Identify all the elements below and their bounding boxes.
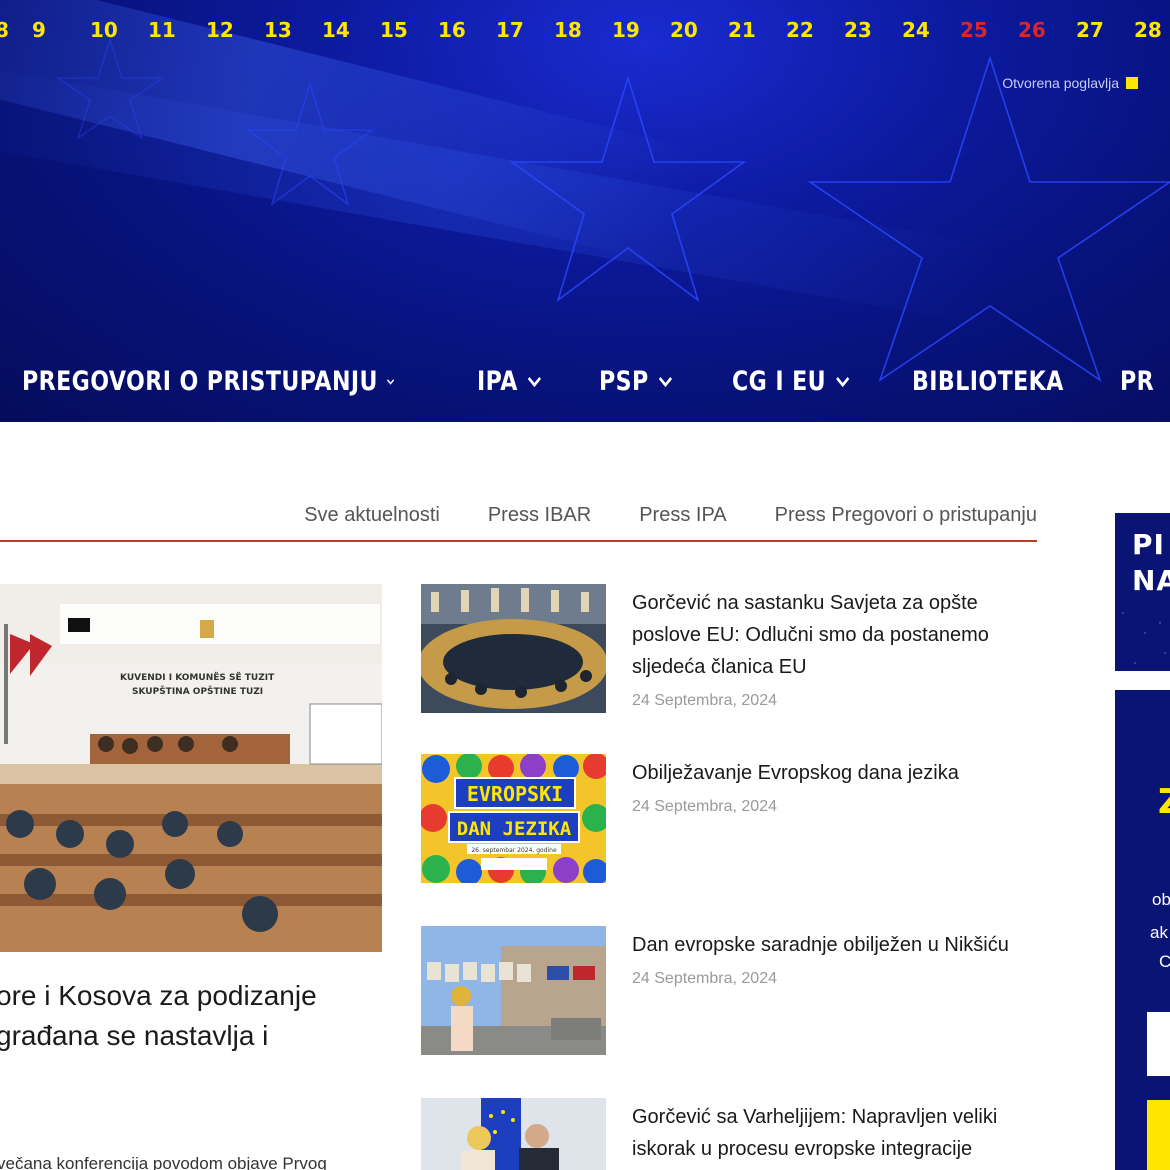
nav-item-label: PR — [1120, 366, 1155, 397]
newsletter-text: ak — [1150, 923, 1168, 942]
news-date: 24 Septembra, 2024 — [632, 970, 777, 987]
eu-stars-decoration — [55, 37, 1170, 382]
nav-item-label: BIBLIOTEKA — [912, 366, 1064, 397]
chapter-number[interactable]: 22 — [786, 18, 814, 42]
list-item[interactable]: Dan evropske saradnje obilježen u Nikšić… — [421, 926, 1041, 1056]
chapter-number[interactable]: 19 — [612, 18, 640, 42]
news-thumbnail[interactable] — [421, 1098, 606, 1170]
page: 8 9 10 11 12 13 14 15 16 17 18 19 20 21 22 23 24 25 26 27 28… — [0, 0, 1170, 1170]
sidebar-newsletter: Z ob ak C — [1115, 690, 1170, 1170]
news-title[interactable]: Dan evropske saradnje obilježen u Nikšić… — [632, 929, 1032, 961]
list-item[interactable]: Gorčević na sastanku Savjeta za opšte po… — [421, 584, 1041, 714]
chapter-number[interactable]: 13 — [264, 18, 292, 42]
nav-item-psp[interactable]: PSP — [599, 366, 708, 397]
newsletter-email-input[interactable] — [1147, 1012, 1170, 1076]
newsletter-text: ob — [1152, 890, 1170, 909]
tab-press-ibar[interactable]: Press IBAR — [488, 504, 591, 527]
tab-press-ipa[interactable]: Press IPA — [639, 504, 726, 527]
hero-banner: 8 9 10 11 12 13 14 15 16 17 18 19 20 21 22 23 24 25 26 27 28… — [0, 0, 1170, 422]
sidebar-banner[interactable]: PI NA — [1115, 513, 1170, 671]
chapter-number[interactable]: 20 — [670, 18, 698, 42]
chapter-number[interactable]: 10 — [90, 18, 118, 42]
chapter-number[interactable]: 8 — [0, 18, 9, 42]
featured-excerpt: večana konferencija povodom objave Prvog — [0, 1154, 327, 1170]
chapter-number[interactable]: 11 — [148, 18, 176, 42]
svg-text:EVROPSKI: EVROPSKI — [467, 782, 563, 806]
news-thumbnail[interactable] — [421, 584, 606, 713]
chevron-down-icon — [387, 378, 395, 385]
chevron-down-icon — [527, 376, 541, 387]
chapter-number[interactable]: 25 — [960, 18, 988, 42]
chevron-down-icon — [835, 376, 850, 387]
chapter-number[interactable]: 26 — [1018, 18, 1046, 42]
news-title[interactable]: Gorčević sa Varheljijem: Napravljen veli… — [632, 1101, 1032, 1165]
nav-item-cg-i-eu[interactable]: CG I EU — [732, 366, 880, 397]
news-title[interactable]: Obilježavanje Evropskog dana jezika — [632, 757, 1032, 789]
featured-title-line: ore i Kosova za podizanje — [0, 980, 317, 1011]
featured-image[interactable]: KUVENDI I KOMUNËS SË TUZIT SKUPŠTINA OPŠ… — [0, 584, 382, 952]
chapter-number[interactable]: 27 — [1076, 18, 1104, 42]
sidebar-banner-text: PI NA — [1132, 528, 1170, 597]
newsletter-text: C — [1159, 952, 1170, 971]
tab-sve-aktuelnosti[interactable]: Sve aktuelnosti — [304, 504, 440, 527]
featured-title[interactable]: ore i Kosova za podizanje građana se nas… — [0, 976, 396, 1056]
chapter-number[interactable]: 15 — [380, 18, 408, 42]
legend: Otvorena poglavlja — [1002, 75, 1138, 91]
news-thumbnail[interactable] — [421, 926, 606, 1055]
nav-item-pregovori[interactable]: PREGOVORI O PRISTUPANJU — [22, 366, 395, 397]
chapter-number[interactable]: 12 — [206, 18, 234, 42]
chapter-number[interactable]: 28 — [1134, 18, 1162, 42]
news-date: 24 Septembra, 2024 — [632, 692, 777, 709]
svg-text:SKUPŠTINA OPŠTINE TUZI: SKUPŠTINA OPŠTINE TUZI — [132, 685, 263, 697]
nav-item-biblioteka[interactable]: BIBLIOTEKA — [912, 366, 1083, 397]
chapter-number[interactable]: 17 — [496, 18, 524, 42]
nav-item-ipa[interactable]: IPA — [477, 366, 577, 397]
nav-item-pr[interactable]: PR — [1120, 366, 1169, 397]
svg-text:26. septembar 2024. godine: 26. septembar 2024. godine — [471, 847, 557, 854]
nav-item-label: PREGOVORI O PRISTUPANJU — [22, 366, 378, 397]
legend-open-swatch — [1126, 77, 1138, 89]
tab-press-pregovori[interactable]: Press Pregovori o pristupanju — [775, 504, 1037, 527]
nav-item-label: PSP — [599, 366, 649, 397]
nav-item-label: CG I EU — [732, 366, 827, 397]
chevron-down-icon — [658, 376, 672, 387]
newsletter-heading: Z — [1158, 782, 1170, 822]
newsletter-subscribe-button[interactable] — [1147, 1100, 1170, 1170]
chapter-number[interactable]: 18 — [554, 18, 582, 42]
nav-item-label: IPA — [477, 366, 518, 397]
legend-label: Otvorena poglavlja — [1002, 75, 1119, 91]
list-item[interactable]: Gorčević sa Varheljijem: Napravljen veli… — [421, 1098, 1041, 1170]
news-title[interactable]: Gorčević na sastanku Savjeta za opšte po… — [632, 587, 1032, 683]
chapter-number[interactable]: 24 — [902, 18, 930, 42]
svg-text:DAN JEZIKA: DAN JEZIKA — [457, 818, 572, 840]
main-nav: PREGOVORI O PRISTUPANJU IPA PSP CG I EU … — [22, 366, 1170, 397]
news-tabs: Sve aktuelnosti Press IBAR Press IPA Pre… — [0, 500, 1037, 542]
svg-text:KUVENDI I KOMUNËS SË TUZIT: KUVENDI I KOMUNËS SË TUZIT — [120, 672, 275, 683]
news-thumbnail[interactable]: EVROPSKI DAN JEZIKA 26. septembar 2024. … — [421, 754, 606, 883]
list-item[interactable]: EVROPSKI DAN JEZIKA 26. septembar 2024. … — [421, 754, 1041, 884]
featured-title-line: građana se nastavlja i — [0, 1020, 269, 1051]
chapter-number[interactable]: 23 — [844, 18, 872, 42]
news-date: 24 Septembra, 2024 — [632, 798, 777, 815]
chapter-number[interactable]: 21 — [728, 18, 756, 42]
chapter-number[interactable]: 14 — [322, 18, 350, 42]
chapter-number[interactable]: 16 — [438, 18, 466, 42]
chapter-number[interactable]: 9 — [32, 18, 46, 42]
